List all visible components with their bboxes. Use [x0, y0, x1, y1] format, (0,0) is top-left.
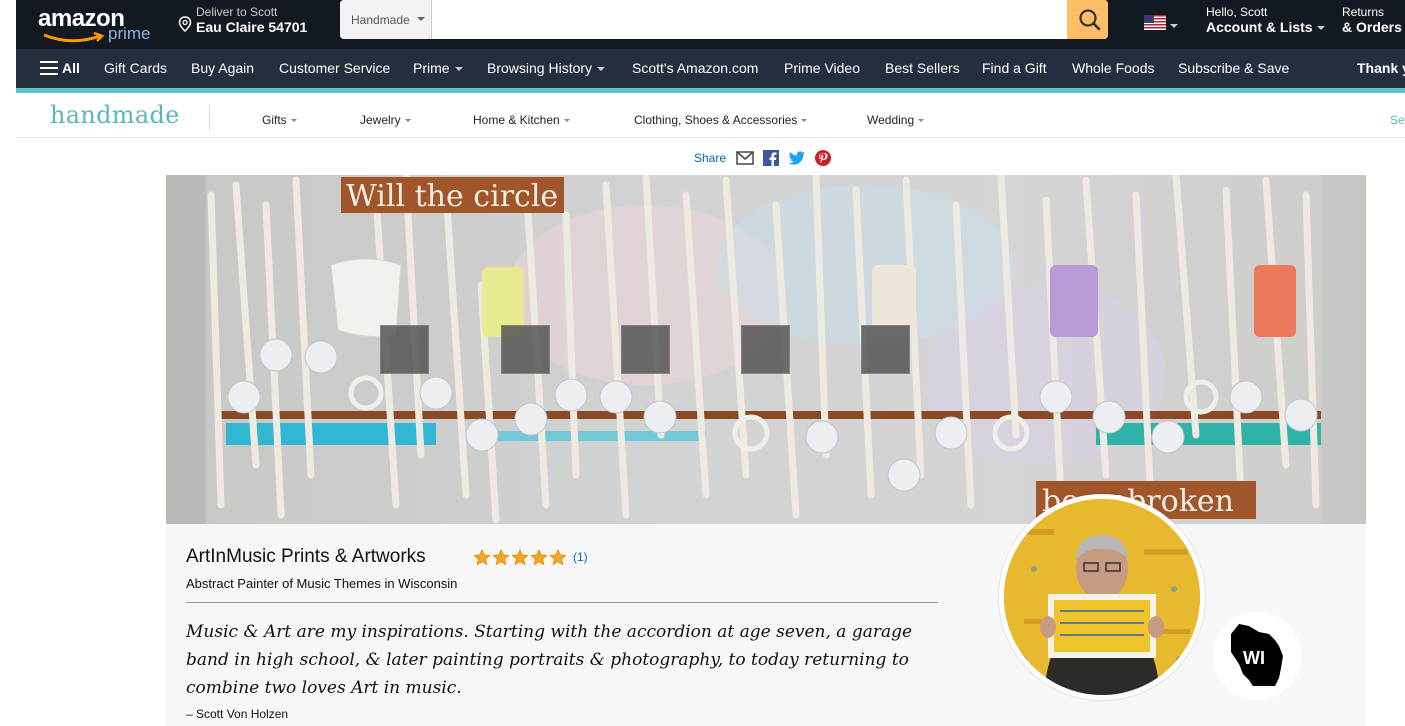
deliver-location: Eau Claire 54701 [196, 19, 308, 35]
nav-browsing-history[interactable]: Browsing History [487, 60, 606, 76]
shop-quote: Music & Art are my inspirations. Startin… [186, 622, 913, 698]
nav-whole-foods[interactable]: Whole Foods [1072, 60, 1154, 76]
shop-tagline: Abstract Painter of Music Themes in Wisc… [186, 576, 458, 591]
state-badge: WI [1213, 612, 1301, 700]
chevron-down-icon [417, 17, 425, 21]
banner-thumbnail[interactable] [861, 325, 910, 374]
banner-thumbnail[interactable] [741, 325, 790, 374]
banner-sign-top: Will the circle [346, 179, 558, 214]
account-greeting: Hello, Scott [1206, 5, 1268, 19]
chevron-down-icon [1316, 26, 1325, 31]
email-icon[interactable] [736, 149, 754, 167]
nav-best-sellers[interactable]: Best Sellers [885, 60, 960, 76]
subnav-jewelry[interactable]: Jewelry [360, 113, 411, 127]
share-label: Share [694, 151, 727, 165]
chevron-down-icon [597, 67, 606, 72]
subnav-sell[interactable]: Sel [1390, 113, 1405, 127]
logo-prime-text: prime [108, 24, 151, 43]
star-icon [549, 549, 567, 566]
search-icon [1079, 9, 1101, 31]
chevron-down-icon [801, 119, 808, 123]
chevron-down-icon [454, 67, 463, 72]
chevron-down-icon [918, 119, 925, 123]
amazon-prime-logo[interactable]: amazon prime [36, 4, 156, 46]
chevron-down-icon [404, 119, 411, 123]
banner-thumbnail[interactable] [501, 325, 550, 374]
shop-banner: Will the circle be unbroken [166, 175, 1366, 524]
search-department-select[interactable]: Handmade [340, 0, 432, 39]
nav-prime-label: Prime [413, 60, 450, 76]
nav-gift-cards[interactable]: Gift Cards [104, 60, 167, 76]
subnav-jewelry-label: Jewelry [360, 113, 401, 127]
nav-all[interactable]: All [62, 60, 80, 76]
account-lists-label: Account & Lists [1206, 19, 1313, 35]
nav-browsing-history-label: Browsing History [487, 60, 593, 76]
nav-find-a-gift[interactable]: Find a Gift [982, 60, 1047, 76]
chevron-down-icon [290, 119, 297, 123]
subnav-home-kitchen[interactable]: Home & Kitchen [473, 113, 570, 127]
subnav-gifts-label: Gifts [262, 113, 287, 127]
nav-thank-you[interactable]: Thank y [1357, 60, 1405, 76]
pinterest-icon[interactable] [814, 149, 832, 167]
left-gutter [0, 0, 16, 726]
subnav-wedding[interactable]: Wedding [867, 113, 925, 127]
subnav-clothing-label: Clothing, Shoes & Accessories [634, 113, 798, 127]
nav-prime[interactable]: Prime [413, 60, 463, 76]
location-pin-icon [178, 16, 192, 32]
wisconsin-map-icon: WI [1231, 624, 1283, 686]
star-icon [530, 549, 548, 566]
shop-name: ArtInMusic Prints & Artworks [186, 546, 426, 567]
search-input[interactable] [433, 0, 1063, 39]
banner-thumbnail[interactable] [380, 325, 429, 374]
nav-scotts-amazon[interactable]: Scott's Amazon.com [632, 60, 758, 76]
star-icon [492, 549, 510, 566]
artisan-photo [1004, 499, 1200, 695]
artisan-avatar [999, 494, 1205, 700]
nav-prime-video[interactable]: Prime Video [784, 60, 860, 76]
us-flag-icon[interactable] [1144, 15, 1166, 30]
star-icon [511, 549, 529, 566]
smile-arrow-icon [43, 32, 105, 43]
search-bar: Handmade [340, 0, 1108, 39]
top-header: amazon prime Deliver to Scott Eau Claire… [16, 0, 1405, 49]
handmade-subnav: handmade Gifts Jewelry Home & Kitchen Cl… [16, 93, 1405, 138]
twitter-icon[interactable] [788, 149, 806, 167]
subnav-clothing[interactable]: Clothing, Shoes & Accessories [634, 113, 808, 127]
state-abbreviation: WI [1243, 648, 1265, 668]
subnav-gifts[interactable]: Gifts [262, 113, 297, 127]
hamburger-menu-icon[interactable] [40, 61, 58, 75]
facebook-icon[interactable] [762, 149, 780, 167]
search-button[interactable] [1067, 0, 1108, 39]
star-icon [473, 549, 491, 566]
handmade-logo[interactable]: handmade [50, 101, 180, 129]
nav-customer-service[interactable]: Customer Service [279, 60, 390, 76]
search-department-label: Handmade [351, 13, 410, 27]
chevron-down-icon [563, 119, 570, 123]
returns-orders-link[interactable]: Returns & Orders [1342, 5, 1402, 35]
divider [209, 105, 210, 131]
main-nav: All Gift Cards Buy Again Customer Servic… [16, 49, 1405, 88]
subnav-wedding-label: Wedding [867, 113, 915, 127]
deliver-line1: Deliver to Scott [196, 5, 278, 19]
orders-label: & Orders [1342, 19, 1402, 35]
banner-thumbnail[interactable] [621, 325, 670, 374]
subnav-home-kitchen-label: Home & Kitchen [473, 113, 560, 127]
account-lists-menu[interactable]: Hello, Scott Account & Lists [1206, 5, 1325, 35]
divider [186, 602, 938, 603]
rating-count-link[interactable]: (1) [573, 550, 588, 564]
nav-buy-again[interactable]: Buy Again [191, 60, 254, 76]
quote-author: – Scott Von Holzen [186, 707, 289, 721]
language-chevron-icon[interactable] [1170, 24, 1178, 28]
returns-label: Returns [1342, 5, 1385, 19]
nav-subscribe-save[interactable]: Subscribe & Save [1178, 60, 1289, 76]
